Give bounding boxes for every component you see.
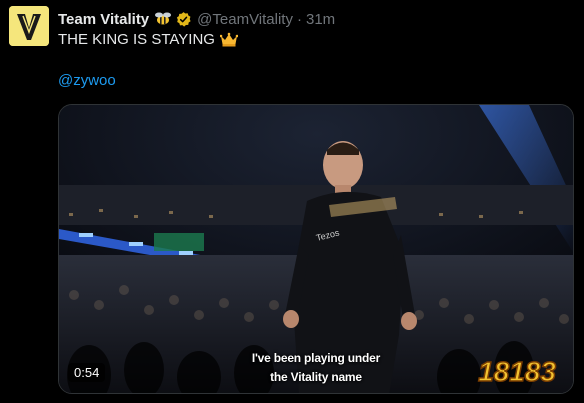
watermark-text: 18183	[478, 356, 556, 387]
watermark-logo: 18183	[477, 355, 557, 388]
video-duration-badge: 0:54	[68, 363, 106, 382]
display-name[interactable]: Team Vitality	[58, 11, 149, 28]
tweet-text-content: THE KING IS STAYING	[58, 31, 215, 48]
handle[interactable]: @TeamVitality	[197, 11, 293, 28]
vitality-logo-icon	[9, 6, 49, 46]
mention-link[interactable]: @zywoo	[58, 72, 116, 89]
video-player[interactable]: Tezos I've been playing under the Vitali…	[58, 104, 574, 394]
tweet-text: THE KING IS STAYING	[58, 31, 239, 48]
separator-dot: ·	[296, 10, 302, 28]
tweet-header: Team Vitality @TeamVitality · 31m	[58, 9, 574, 29]
avatar[interactable]	[9, 6, 49, 46]
crown-icon	[219, 32, 239, 47]
timestamp[interactable]: 31m	[306, 11, 335, 28]
tweet[interactable]: Team Vitality @TeamVitality · 31m THE KI…	[0, 0, 584, 403]
verified-badge-icon[interactable]	[175, 11, 192, 28]
bee-icon	[154, 12, 172, 26]
